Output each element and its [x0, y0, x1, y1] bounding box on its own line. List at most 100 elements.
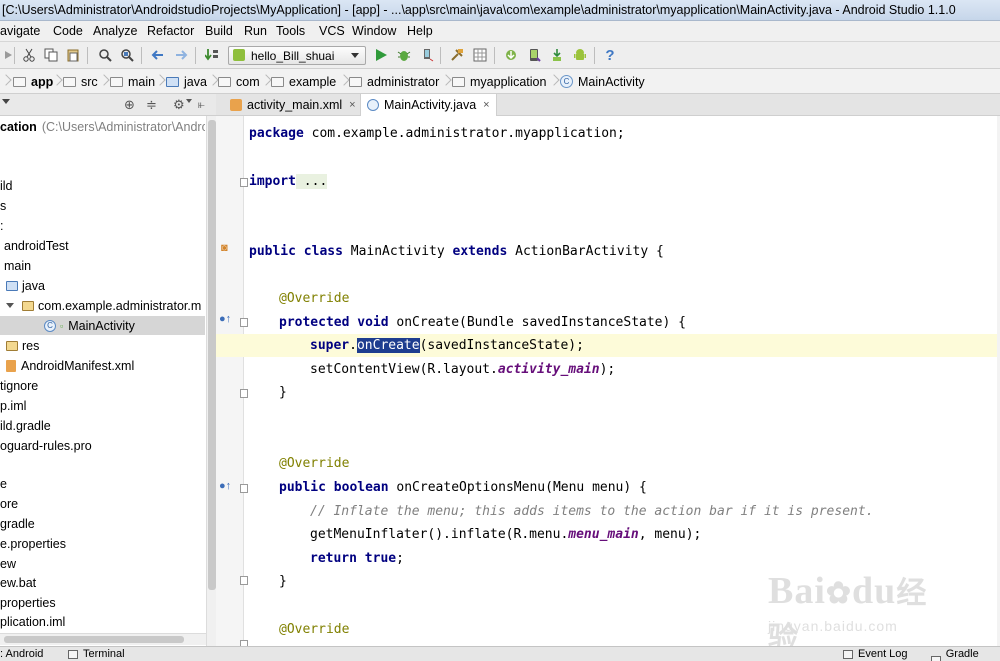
menu-code[interactable]: Code: [53, 24, 83, 38]
run-icon[interactable]: [372, 46, 390, 64]
tree-row-gradle-properties[interactable]: e.properties: [0, 534, 205, 553]
sync-icon[interactable]: [0, 46, 18, 64]
code-line-override-1[interactable]: @Override: [279, 289, 349, 309]
code-line-super-oncreate[interactable]: super.onCreate(savedInstanceState);: [310, 336, 584, 356]
project-vertical-scrollbar[interactable]: [206, 116, 216, 646]
attach-debugger-icon[interactable]: [418, 46, 436, 64]
menu-tools[interactable]: Tools: [276, 24, 305, 38]
tab-mainactivity-java[interactable]: MainActivity.java ×: [360, 94, 497, 116]
collapse-all-icon[interactable]: ≑: [146, 97, 157, 113]
code-line-return[interactable]: return true;: [310, 549, 404, 569]
tree-row-myapplication-iml[interactable]: plication.iml: [0, 612, 205, 631]
gradle-sync-icon[interactable]: [502, 46, 520, 64]
editor-gutter[interactable]: [216, 116, 244, 646]
scrollbar-thumb[interactable]: [208, 120, 216, 590]
tree-row-gradle-dir[interactable]: e: [0, 474, 205, 493]
tree-row-res[interactable]: res: [0, 336, 205, 355]
breadcrumb-java[interactable]: java: [166, 73, 207, 90]
android-device-monitor-icon[interactable]: [571, 46, 589, 64]
menu-window[interactable]: Window: [352, 24, 396, 38]
chevron-down-icon[interactable]: [2, 99, 10, 104]
tree-row-gitignore-root[interactable]: ore: [0, 494, 205, 513]
code-line-oncreate-decl[interactable]: protected void onCreate(Bundle savedInst…: [279, 313, 686, 333]
breadcrumb-app[interactable]: app: [13, 73, 53, 90]
tree-row-manifest[interactable]: AndroidManifest.xml: [0, 356, 205, 375]
close-icon[interactable]: ×: [483, 99, 489, 111]
fold-expand-icon[interactable]: [240, 178, 248, 187]
find-icon[interactable]: [96, 46, 114, 64]
tree-row-mainactivity[interactable]: C ▫ MainActivity: [0, 316, 205, 335]
gradle-console-button[interactable]: Gradle Con: [931, 648, 1000, 661]
fold-collapse-icon[interactable]: [240, 484, 248, 493]
override-method-icon[interactable]: ●↑: [219, 480, 231, 492]
tree-row-proguard[interactable]: oguard-rules.pro: [0, 436, 205, 455]
target-icon[interactable]: ⊕: [124, 97, 135, 113]
override-method-icon[interactable]: ●↑: [219, 313, 231, 325]
chevron-down-icon[interactable]: [186, 99, 192, 103]
menu-vcs[interactable]: VCS: [319, 24, 345, 38]
code-line-close-brace-1[interactable]: }: [279, 383, 287, 403]
tree-row-app-iml[interactable]: p.iml: [0, 396, 205, 415]
tree-row-local-properties[interactable]: properties: [0, 593, 205, 612]
copy-icon[interactable]: [42, 46, 60, 64]
chevron-down-icon[interactable]: [6, 303, 14, 308]
hide-panel-icon[interactable]: ⫦: [198, 97, 205, 112]
menu-help[interactable]: Help: [407, 24, 433, 38]
android-tool-window-button[interactable]: : Android: [0, 648, 43, 660]
gear-icon[interactable]: ⚙: [173, 97, 185, 113]
avd-manager-icon[interactable]: [525, 46, 543, 64]
code-line-inflate[interactable]: getMenuInflater().inflate(R.menu.menu_ma…: [310, 525, 701, 545]
menu-analyze[interactable]: Analyze: [93, 24, 137, 38]
project-horizontal-scrollbar[interactable]: [0, 633, 206, 645]
cut-icon[interactable]: [20, 46, 38, 64]
selected-text[interactable]: onCreate: [356, 338, 420, 353]
code-line-package[interactable]: package com.example.administrator.myappl…: [249, 124, 625, 144]
code-line-override-3[interactable]: @Override: [279, 620, 349, 640]
tree-row-gradlew-bat[interactable]: ew.bat: [0, 573, 205, 592]
breadcrumb-main[interactable]: main: [110, 73, 155, 90]
sdk-manager-icon[interactable]: [548, 46, 566, 64]
fold-collapse-icon[interactable]: [240, 389, 248, 398]
tree-row-gradlew[interactable]: ew: [0, 554, 205, 573]
terminal-tool-window-button[interactable]: Terminal: [68, 648, 125, 660]
tree-row-gitignore[interactable]: tignore: [0, 376, 205, 395]
code-line-close-brace-2[interactable]: }: [279, 572, 287, 592]
tree-row-build-gradle[interactable]: ild.gradle: [0, 416, 205, 435]
menu-navigate[interactable]: avigate: [0, 24, 40, 38]
code-line-setcontentview[interactable]: setContentView(R.layout.activity_main);: [310, 360, 615, 380]
menu-refactor[interactable]: Refactor: [147, 24, 194, 38]
menu-run[interactable]: Run: [244, 24, 267, 38]
run-configuration-select[interactable]: hello_Bill_shuai: [228, 46, 366, 65]
back-arrow-icon[interactable]: [149, 46, 167, 64]
tree-row-build[interactable]: ild: [0, 176, 205, 195]
tree-row-src[interactable]: :: [0, 216, 205, 235]
project-structure-icon[interactable]: [448, 46, 466, 64]
tree-row-libs[interactable]: s: [0, 196, 205, 215]
android-activity-icon[interactable]: ◙: [221, 242, 228, 254]
tree-row-java[interactable]: java: [0, 276, 205, 295]
replace-icon[interactable]: [118, 46, 136, 64]
forward-arrow-icon[interactable]: [172, 46, 190, 64]
code-line-class-decl[interactable]: public class MainActivity extends Action…: [249, 242, 664, 262]
breadcrumb-myapplication[interactable]: myapplication: [452, 73, 546, 90]
help-icon[interactable]: ?: [601, 46, 619, 64]
breadcrumb-administrator[interactable]: administrator: [349, 73, 439, 90]
paste-icon[interactable]: [64, 46, 82, 64]
tab-activity-main-xml[interactable]: activity_main.xml ×: [224, 94, 363, 116]
close-icon[interactable]: ×: [349, 99, 355, 111]
breadcrumb-com[interactable]: com: [218, 73, 260, 90]
folded-imports[interactable]: ...: [295, 174, 328, 189]
fold-collapse-icon[interactable]: [240, 576, 248, 585]
fold-collapse-icon[interactable]: [240, 318, 248, 327]
make-project-icon[interactable]: [203, 46, 221, 64]
debug-icon[interactable]: [395, 46, 413, 64]
code-line-import[interactable]: import ...: [249, 172, 328, 192]
breadcrumb-example[interactable]: example: [271, 73, 336, 90]
project-root-row[interactable]: cation (C:\Users\Administrator\Andro: [0, 117, 205, 136]
settings-grid-icon[interactable]: [471, 46, 489, 64]
tree-row-build-gradle-root[interactable]: gradle: [0, 514, 205, 533]
code-line-override-2[interactable]: @Override: [279, 454, 349, 474]
tree-row-package[interactable]: com.example.administrator.m: [0, 296, 205, 315]
event-log-button[interactable]: Event Log: [843, 648, 908, 660]
tree-row-androidtest[interactable]: androidTest: [0, 236, 205, 255]
